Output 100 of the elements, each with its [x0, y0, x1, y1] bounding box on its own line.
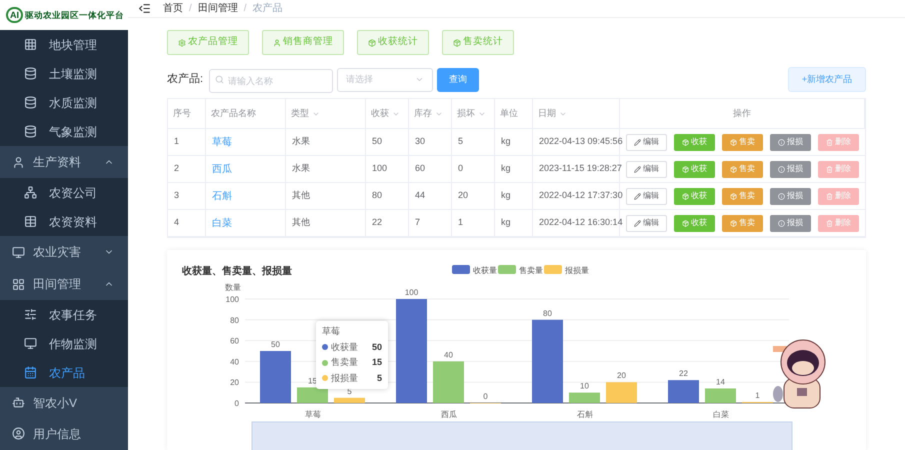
- query-button[interactable]: 查询: [437, 68, 479, 92]
- user-icon: [12, 156, 25, 168]
- delete-button[interactable]: 删除: [818, 188, 859, 204]
- trash-icon: [826, 166, 833, 172]
- sidebar-label: 智农小V: [33, 394, 78, 412]
- monitor-icon: [12, 246, 25, 258]
- logo-text: 驱动农业园区一体化平台: [25, 8, 124, 22]
- sidebar-label: 生产资料: [33, 154, 82, 171]
- sidebar-item[interactable]: 农产品: [0, 358, 128, 387]
- sidebar-item[interactable]: 农资资料: [0, 207, 128, 236]
- bar[interactable]: [334, 398, 365, 403]
- harvest-button[interactable]: 收获: [674, 134, 715, 150]
- product-link[interactable]: 白菜: [212, 216, 232, 230]
- tooltip-value: 50: [372, 340, 382, 354]
- sell-button[interactable]: 售卖: [722, 160, 763, 178]
- table-cell-text: 60: [415, 162, 426, 176]
- bar[interactable]: [260, 351, 291, 403]
- harvest-button[interactable]: 收获: [674, 160, 715, 178]
- column-header[interactable]: 收获: [366, 99, 409, 128]
- edit-button[interactable]: 编辑: [626, 214, 667, 232]
- column-header[interactable]: 日期: [533, 99, 620, 128]
- product-link[interactable]: 西瓜: [212, 162, 232, 176]
- sidebar-item[interactable]: 农事任务: [0, 300, 128, 329]
- product-link[interactable]: 草莓: [212, 134, 232, 150]
- loss-button[interactable]: 报损: [770, 188, 811, 204]
- bar[interactable]: [396, 299, 427, 403]
- pencil-icon: [634, 220, 641, 226]
- product-link[interactable]: 石斛: [212, 188, 232, 204]
- delete-button[interactable]: 删除: [818, 160, 859, 178]
- harvest-button[interactable]: 收获: [674, 214, 715, 232]
- type-select[interactable]: 请选择: [337, 68, 433, 92]
- sidebar-item[interactable]: 作物监测: [0, 329, 128, 358]
- nav-button[interactable]: 收获统计: [357, 30, 429, 55]
- table-cell-text: 4: [174, 216, 180, 230]
- axis-title: 数量: [225, 283, 241, 292]
- sidebar-label: 地块管理: [49, 36, 97, 54]
- trash-icon: [826, 220, 833, 226]
- delete-button[interactable]: 删除: [818, 214, 859, 232]
- logo[interactable]: AI 驱动农业园区一体化平台: [0, 0, 128, 30]
- tick-label: 80: [230, 316, 239, 325]
- nav-button[interactable]: 农产品管理: [167, 30, 249, 55]
- column-header[interactable]: 损坏: [452, 99, 495, 128]
- column-header[interactable]: 类型: [286, 99, 366, 128]
- bar[interactable]: [705, 388, 736, 403]
- table-cell-text: 5: [458, 135, 464, 148]
- user-icon: [12, 427, 25, 440]
- sidebar-item[interactable]: 土壤监测: [0, 59, 128, 88]
- nav-button[interactable]: 售卖统计: [442, 30, 514, 55]
- edit-button[interactable]: 编辑: [626, 134, 667, 150]
- loss-button[interactable]: 报损: [770, 134, 811, 150]
- zoom-slider[interactable]: [252, 422, 792, 450]
- sidebar-label: 农业灾害: [33, 244, 82, 261]
- bar[interactable]: [532, 320, 563, 403]
- edit-button[interactable]: 编辑: [626, 188, 667, 204]
- menu-icon[interactable]: [138, 2, 151, 15]
- tick-label: 100: [226, 295, 239, 304]
- sidebar-item[interactable]: 用户信息: [0, 418, 128, 449]
- edit-button[interactable]: 编辑: [626, 160, 667, 178]
- package-icon: [682, 138, 689, 146]
- legend-label: 收获量: [473, 266, 497, 275]
- data-label: 80: [543, 308, 552, 318]
- sidebar-item[interactable]: 地块管理: [0, 30, 128, 59]
- bar[interactable]: [668, 380, 699, 403]
- loss-button[interactable]: 报损: [770, 214, 811, 232]
- bar[interactable]: [606, 382, 637, 403]
- harvest-button[interactable]: 收获: [674, 188, 715, 204]
- sell-button[interactable]: 售卖: [722, 134, 763, 150]
- table-icon: [24, 215, 37, 228]
- tooltip-value: 15: [372, 356, 382, 369]
- column-header[interactable]: 库存: [409, 99, 452, 128]
- legend-item[interactable]: 收获量: [452, 265, 497, 275]
- database-icon: [24, 67, 37, 80]
- bar[interactable]: [433, 361, 464, 403]
- loss-button[interactable]: 报损: [770, 160, 811, 178]
- delete-button[interactable]: 删除: [818, 134, 859, 150]
- legend-item[interactable]: 报损量: [544, 265, 589, 275]
- info-icon: [778, 138, 785, 146]
- sidebar-item[interactable]: 智农小V: [0, 387, 128, 418]
- sell-button[interactable]: 售卖: [722, 214, 763, 232]
- data-label: 14: [716, 377, 725, 386]
- legend-item[interactable]: 售卖量: [498, 265, 543, 275]
- sidebar-item[interactable]: 水质监测: [0, 88, 128, 117]
- bar[interactable]: [297, 387, 328, 403]
- tick-label: 60: [230, 336, 239, 346]
- add-button[interactable]: +新增农产品: [788, 67, 866, 92]
- table-cell-text: kg: [501, 189, 511, 202]
- breadcrumb-item[interactable]: 首页: [163, 1, 183, 16]
- pencil-icon: [634, 138, 641, 146]
- search-field[interactable]: 请输入名称: [209, 68, 333, 92]
- package-icon: [730, 166, 737, 172]
- nav-button[interactable]: 销售商管理: [262, 30, 344, 55]
- breadcrumb-item[interactable]: 田间管理: [198, 1, 238, 16]
- sell-button[interactable]: 售卖: [722, 188, 763, 204]
- package-icon: [730, 138, 737, 146]
- sidebar-item[interactable]: 气象监测: [0, 117, 128, 146]
- sidebar-item[interactable]: 农资公司: [0, 178, 128, 207]
- bar[interactable]: [569, 392, 600, 403]
- sliders-icon: [24, 308, 37, 321]
- pencil-icon: [634, 192, 641, 200]
- sidebar-label: 农资公司: [49, 184, 97, 202]
